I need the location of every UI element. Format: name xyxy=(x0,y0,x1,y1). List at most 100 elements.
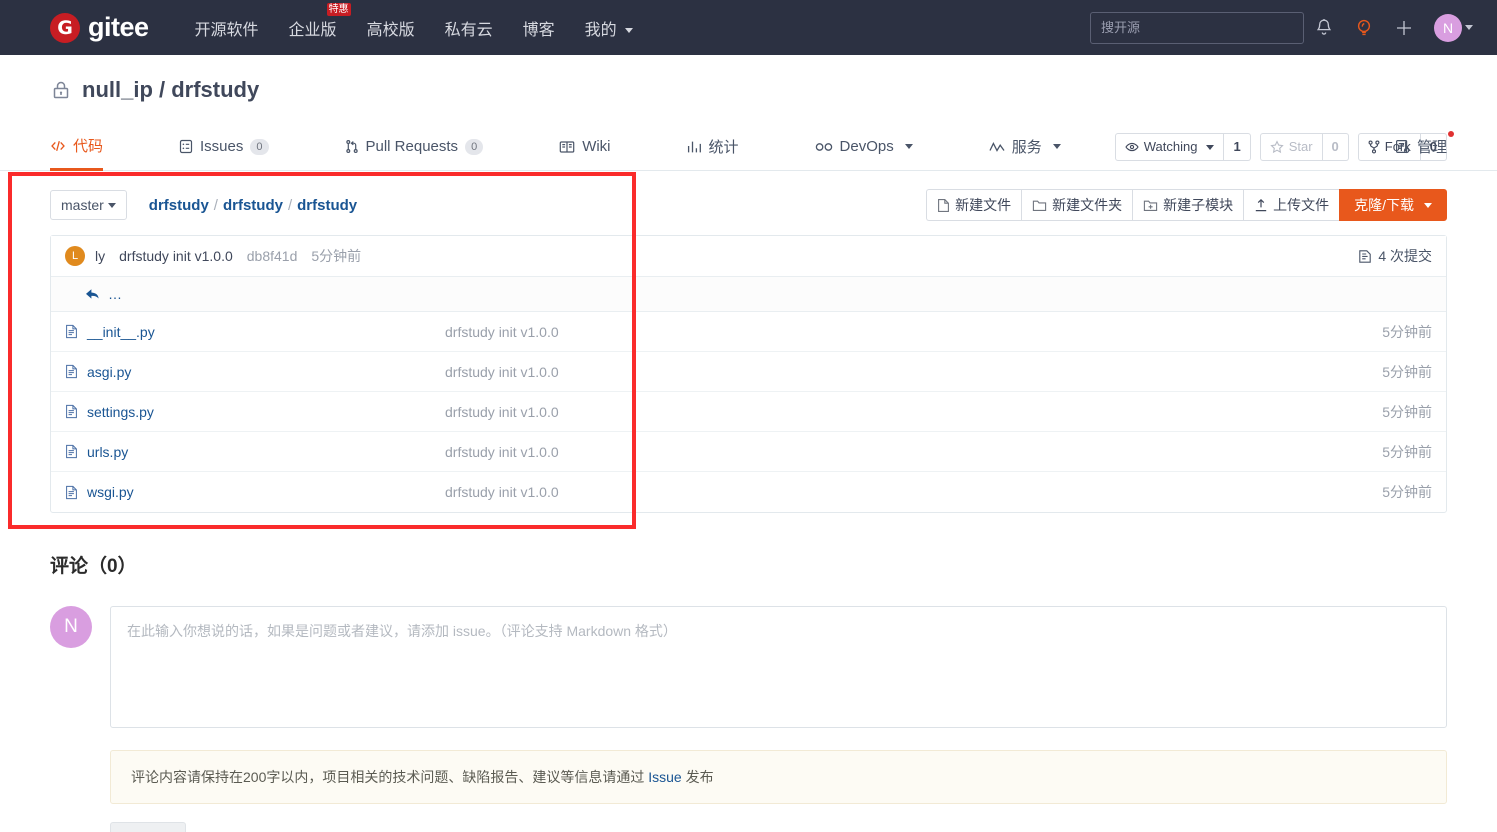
commit-time: 5分钟前 xyxy=(311,248,362,264)
search-input[interactable] xyxy=(1090,11,1304,44)
tab-label: Wiki xyxy=(582,138,611,155)
tab-wiki[interactable]: Wiki xyxy=(559,125,611,170)
new-folder-button[interactable]: 新建文件夹 xyxy=(1021,189,1133,221)
comment-composer: N xyxy=(50,606,1447,728)
table-row[interactable]: settings.py drfstudy init v1.0.0 5分钟前 xyxy=(51,392,1446,432)
avatar: N xyxy=(50,606,92,648)
commit-hash[interactable]: db8f41d xyxy=(247,248,298,264)
infinity-icon xyxy=(815,141,833,153)
nav-link-label: 企业版 xyxy=(288,21,337,39)
tab-label: DevOps xyxy=(839,138,894,155)
file-commit-message: drfstudy init v1.0.0 xyxy=(445,443,559,460)
wiki-icon xyxy=(559,140,575,154)
table-row[interactable]: urls.py drfstudy init v1.0.0 5分钟前 xyxy=(51,432,1446,472)
chart-icon xyxy=(687,140,702,154)
plus-icon[interactable] xyxy=(1384,8,1424,48)
file-link[interactable]: wsgi.py xyxy=(65,484,445,500)
nav-right-actions: N xyxy=(1090,8,1473,48)
clone-download-button[interactable]: 克隆/下载 xyxy=(1339,189,1447,221)
pulse-icon xyxy=(989,141,1005,153)
button-label: 上传文件 xyxy=(1273,197,1330,213)
nav-link-blog[interactable]: 博客 xyxy=(523,16,555,40)
tab-management[interactable]: 管理 xyxy=(1395,125,1454,170)
notice-text-before: 评论内容请保持在200字以内，项目相关的技术问题、缺陷报告、建议等信息请通过 xyxy=(131,769,649,785)
breadcrumb: drfstudy / drfstudy / drfstudy xyxy=(149,197,357,214)
chevron-down-icon xyxy=(625,27,634,33)
button-label: 克隆/下载 xyxy=(1354,197,1414,213)
file-link[interactable]: settings.py xyxy=(65,404,445,420)
submit-comment-button[interactable] xyxy=(110,822,186,832)
tab-issues[interactable]: Issues 0 xyxy=(179,125,269,170)
file-commit-message: drfstudy init v1.0.0 xyxy=(445,484,559,500)
nav-link-mine[interactable]: 我的 xyxy=(584,16,634,40)
table-row[interactable]: __init__.py drfstudy init v1.0.0 5分钟前 xyxy=(51,312,1446,352)
breadcrumb-separator: / xyxy=(287,196,293,214)
file-commit-message: drfstudy init v1.0.0 xyxy=(445,403,559,420)
commits-icon xyxy=(1358,249,1372,264)
chevron-down-icon[interactable] xyxy=(1465,25,1473,30)
file-browser-toolbar: master drfstudy / drfstudy / drfstudy 新建文件 xyxy=(50,171,1447,235)
comments-section: 评论（0） N 评论内容请保持在200字以内，项目相关的技术问题、缺陷报告、建议… xyxy=(0,551,1497,832)
file-icon xyxy=(65,444,78,459)
tab-pull-requests[interactable]: Pull Requests 0 xyxy=(345,125,484,170)
user-avatar[interactable]: N xyxy=(1434,13,1462,42)
breadcrumb-item-1[interactable]: drfstudy xyxy=(149,197,209,214)
nav-link-label: 博客 xyxy=(522,21,555,39)
tab-statistics[interactable]: 统计 xyxy=(687,125,739,170)
tab-spacer xyxy=(1137,125,1395,170)
nav-link-label: 我的 xyxy=(584,21,617,39)
file-commit-message: drfstudy init v1.0.0 xyxy=(445,323,559,340)
new-submodule-button[interactable]: 新建子模块 xyxy=(1132,189,1244,221)
commit-message[interactable]: drfstudy init v1.0.0 xyxy=(119,248,233,264)
nav-link-education[interactable]: 高校版 xyxy=(367,16,415,40)
tab-count-badge: 0 xyxy=(250,138,269,155)
table-row[interactable]: wsgi.py drfstudy init v1.0.0 5分钟前 xyxy=(51,472,1446,512)
breadcrumb-item-3[interactable]: drfstudy xyxy=(297,197,357,214)
latest-commit-bar: L ly drfstudy init v1.0.0 db8f41d 5分钟前 4… xyxy=(51,236,1446,277)
file-link[interactable]: __init__.py xyxy=(65,324,445,340)
tab-devops[interactable]: DevOps xyxy=(815,125,913,170)
gitee-logo[interactable]: G gitee xyxy=(50,12,149,43)
repository-tabs: 代码 Issues 0 Pull Requests 0 Wiki 统计 DevO… xyxy=(0,125,1497,171)
comment-submit-row xyxy=(110,822,1447,832)
nav-link-privatecloud[interactable]: 私有云 xyxy=(445,16,493,40)
file-name-label: asgi.py xyxy=(87,363,132,380)
issue-icon xyxy=(179,139,193,154)
commit-count-link[interactable]: 4 次提交 xyxy=(1358,246,1432,266)
new-file-button[interactable]: 新建文件 xyxy=(926,189,1022,221)
tab-label: 统计 xyxy=(708,139,739,156)
nav-link-enterprise[interactable]: 企业版 特惠 xyxy=(288,2,351,40)
file-list-panel: L ly drfstudy init v1.0.0 db8f41d 5分钟前 4… xyxy=(50,235,1447,513)
issue-link[interactable]: Issue xyxy=(648,769,681,785)
chevron-down-icon xyxy=(107,202,116,208)
page-title[interactable]: null_ip / drfstudy xyxy=(82,77,259,103)
lightbulb-icon[interactable] xyxy=(1344,8,1384,48)
commit-author-name[interactable]: ly xyxy=(95,248,105,264)
file-name-label: urls.py xyxy=(87,443,129,460)
file-name-label: __init__.py xyxy=(87,323,155,340)
nav-link-opensource[interactable]: 开源软件 xyxy=(195,16,259,40)
tab-label: 管理 xyxy=(1416,139,1447,156)
branch-selector[interactable]: master xyxy=(50,190,127,220)
settings-icon xyxy=(1395,139,1410,154)
comment-input[interactable] xyxy=(110,606,1447,728)
file-action-buttons: 新建文件 新建文件夹 新建子模块 上传文件 克隆/下载 xyxy=(926,189,1447,221)
comment-notice: 评论内容请保持在200字以内，项目相关的技术问题、缺陷报告、建议等信息请通过 I… xyxy=(110,750,1447,804)
nav-link-label: 私有云 xyxy=(444,21,493,39)
file-update-time: 5分钟前 xyxy=(1382,363,1432,380)
table-row[interactable]: asgi.py drfstudy init v1.0.0 5分钟前 xyxy=(51,352,1446,392)
parent-directory-row[interactable]: … xyxy=(51,277,1446,312)
commit-author-avatar[interactable]: L xyxy=(65,246,85,266)
tab-services[interactable]: 服务 xyxy=(989,125,1061,170)
bell-icon[interactable] xyxy=(1304,8,1344,48)
chevron-down-icon xyxy=(904,144,913,149)
nav-link-label: 高校版 xyxy=(366,21,415,39)
file-link[interactable]: urls.py xyxy=(65,444,445,460)
tab-label: 代码 xyxy=(73,138,104,155)
file-link[interactable]: asgi.py xyxy=(65,364,445,380)
new-folder-icon xyxy=(1032,199,1047,212)
tab-code[interactable]: 代码 xyxy=(50,125,104,171)
upload-file-button[interactable]: 上传文件 xyxy=(1243,189,1340,221)
breadcrumb-item-2[interactable]: drfstudy xyxy=(223,197,283,214)
button-label: 新建文件 xyxy=(955,197,1012,213)
